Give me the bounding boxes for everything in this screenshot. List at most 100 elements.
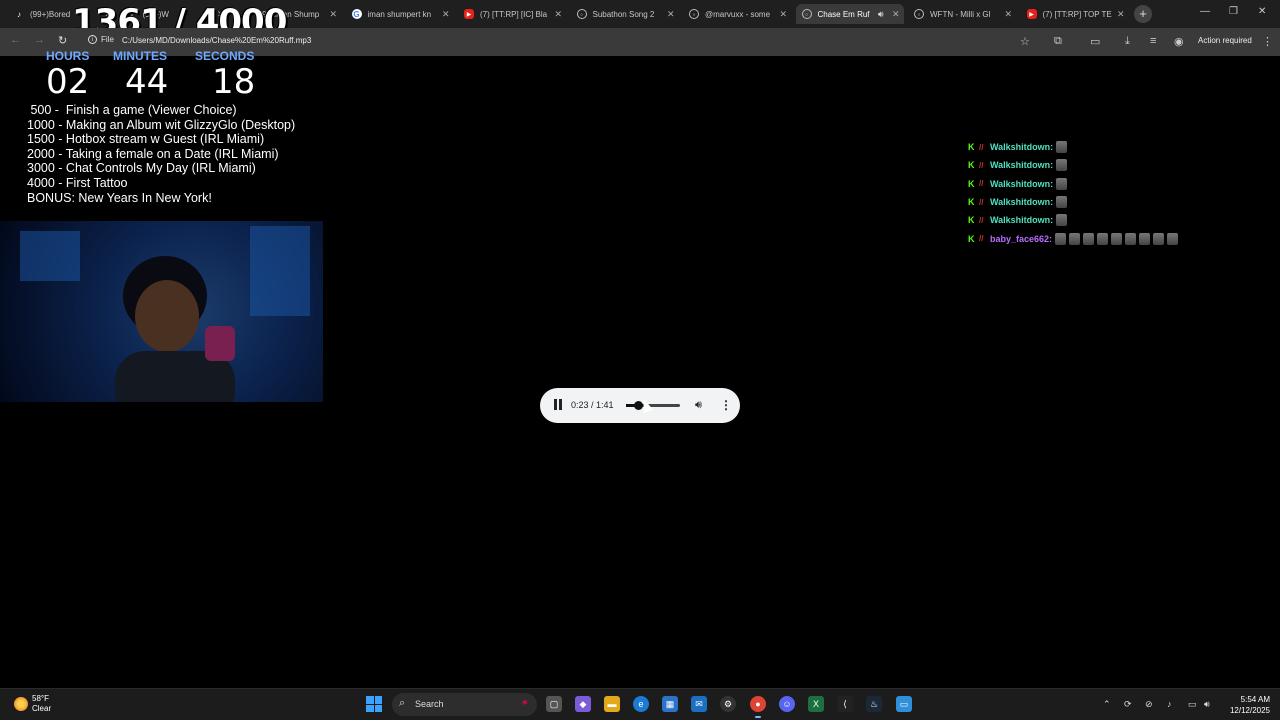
sub-badge-icon: // bbox=[979, 160, 984, 170]
extensions-icon[interactable]: ⧉ bbox=[1054, 35, 1062, 48]
minimize-icon[interactable]: — bbox=[1200, 6, 1210, 17]
new-tab-button[interactable]: + bbox=[1134, 5, 1152, 23]
seek-slider[interactable] bbox=[626, 401, 680, 410]
reload-icon[interactable]: ↻ bbox=[58, 34, 67, 47]
more-options-icon[interactable]: ⋮ bbox=[720, 398, 732, 412]
goal-item: 4000 - First Tattoo bbox=[27, 175, 128, 190]
seconds-value: 18 bbox=[212, 62, 256, 102]
back-icon[interactable]: ← bbox=[10, 34, 21, 46]
bookmark-star-icon[interactable]: ☆ bbox=[1020, 35, 1030, 48]
profile-icon[interactable]: ◉ bbox=[1174, 35, 1184, 48]
tab-label: WFTN - Milli x Gl bbox=[930, 9, 991, 19]
browser-tab[interactable]: ◦ Chase Em Ruf 🔊︎ ✕ bbox=[795, 4, 904, 24]
system-clock[interactable]: 5:54 AM 12/12/2025 bbox=[1222, 694, 1270, 716]
steam-settings-icon[interactable]: ⚙ bbox=[720, 696, 736, 712]
tab-close-icon[interactable]: ✕ bbox=[892, 9, 900, 20]
emote-icon bbox=[1167, 232, 1179, 245]
outlook-icon[interactable]: ✉ bbox=[691, 696, 707, 712]
streamer-image bbox=[115, 256, 235, 402]
chrome-icon[interactable]: ● bbox=[750, 696, 766, 718]
file-explorer-icon[interactable]: ▬ bbox=[604, 696, 620, 712]
emote-icon bbox=[1056, 141, 1068, 154]
goal-item: 1000 - Making an Album wit GlizzyGlo (De… bbox=[27, 117, 296, 132]
emote-icon bbox=[1097, 232, 1109, 245]
emote-icon bbox=[1056, 214, 1068, 227]
youtube-icon: ▶ bbox=[464, 9, 474, 19]
google-icon: G bbox=[351, 9, 362, 19]
chat-username: Walkshitdown: bbox=[990, 142, 1054, 153]
sync-icon[interactable]: ⟳ bbox=[1124, 699, 1132, 710]
network-icon[interactable]: ▭ bbox=[1188, 699, 1197, 710]
discord-icon[interactable]: ☺ bbox=[779, 696, 795, 712]
goal-item: 3000 - Chat Controls My Day (IRL Miami) bbox=[27, 161, 256, 176]
browser-tab[interactable]: ▶ (7) [TT:RP] [IC] Bla ✕ bbox=[458, 4, 566, 24]
tab-close-icon[interactable]: ✕ bbox=[1004, 9, 1012, 20]
tab-label: @marvuxx - some bbox=[705, 9, 771, 19]
file-chip-label: File bbox=[101, 35, 114, 44]
volume-icon[interactable]: 🔊︎ bbox=[695, 399, 702, 412]
browser-tab[interactable]: ◦ Subathon Song 2 ✕ bbox=[571, 4, 679, 24]
hours-value: 02 bbox=[46, 62, 90, 102]
tray-chevron-icon[interactable]: ⌃ bbox=[1103, 699, 1111, 710]
excel-icon[interactable]: X bbox=[808, 696, 824, 712]
browser-tab[interactable]: ◦ WFTN - Milli x Gl ✕ bbox=[908, 4, 1016, 24]
media-control-icon[interactable]: ≡ bbox=[1150, 35, 1156, 47]
minutes-value: 44 bbox=[125, 62, 169, 102]
file-chip[interactable]: i File bbox=[88, 35, 114, 44]
close-window-icon[interactable]: ✕ bbox=[1258, 6, 1266, 17]
tab-label: (7) [TT:RP] TOP TE bbox=[1042, 9, 1112, 19]
tab-close-icon[interactable]: ✕ bbox=[554, 9, 562, 20]
download-icon[interactable]: ⤓ bbox=[1125, 35, 1130, 48]
tab-close-icon[interactable]: ✕ bbox=[667, 9, 675, 20]
tab-close-icon[interactable]: ✕ bbox=[779, 9, 787, 20]
emote-icon bbox=[1083, 232, 1095, 245]
goal-item: BONUS: New Years In New York! bbox=[27, 190, 212, 205]
tab-label: Chase Em Ruf bbox=[817, 9, 870, 19]
tab-close-icon[interactable]: ✕ bbox=[1117, 9, 1125, 20]
microphone-icon[interactable]: ♪ bbox=[1167, 699, 1172, 709]
pause-icon[interactable] bbox=[554, 399, 563, 411]
chat-message: K // Walkshitdown: bbox=[968, 175, 1178, 193]
info-icon: i bbox=[88, 35, 97, 44]
tab-close-icon[interactable]: ✕ bbox=[329, 9, 337, 20]
speaker-icon[interactable]: 🔊︎ bbox=[1204, 699, 1210, 710]
forward-icon[interactable]: → bbox=[34, 34, 45, 46]
capcut-icon[interactable]: ⟨ bbox=[837, 696, 853, 712]
steam-icon[interactable]: ♨ bbox=[866, 696, 882, 712]
weather-temp: 58°F bbox=[32, 694, 49, 703]
clock-date: 12/12/2025 bbox=[1229, 706, 1270, 715]
copilot-icon[interactable]: ◆ bbox=[575, 696, 591, 712]
kick-badge-icon: K bbox=[968, 215, 975, 226]
browser-menu-icon[interactable]: ⋮ bbox=[1262, 35, 1273, 48]
goal-item: 500 - Finish a game (Viewer Choice) bbox=[27, 103, 237, 117]
emote-icon bbox=[1125, 232, 1137, 245]
browser-tab[interactable]: ◦ @marvuxx - some ✕ bbox=[683, 4, 791, 24]
kick-badge-icon: K bbox=[968, 160, 975, 171]
store-icon[interactable]: ▦ bbox=[662, 696, 678, 712]
tab-close-icon[interactable]: ✕ bbox=[442, 9, 450, 20]
notifications-off-icon[interactable]: ⊘ bbox=[1145, 699, 1153, 710]
taskbar-search[interactable]: ⌕ Search ✶ bbox=[392, 693, 537, 716]
minutes-label: MINUTES bbox=[113, 49, 167, 63]
chat-username: baby_face662: bbox=[990, 233, 1053, 244]
emote-icon bbox=[1153, 232, 1165, 245]
browser-tab[interactable]: ▶ (7) [TT:RP] TOP TE ✕ bbox=[1021, 4, 1129, 24]
kick-badge-icon: K bbox=[968, 233, 975, 244]
split-view-icon[interactable]: ▭ bbox=[1090, 35, 1100, 48]
tab-audio-icon[interactable]: 🔊︎ bbox=[878, 9, 884, 20]
app-icon[interactable]: ▭ bbox=[896, 696, 912, 712]
restore-icon[interactable]: ❐ bbox=[1229, 6, 1238, 17]
browser-tab[interactable]: Giman shumpert kn ✕ bbox=[346, 4, 454, 24]
sub-badge-icon: // bbox=[979, 234, 984, 244]
weather-widget[interactable]: 58°F Clear bbox=[14, 694, 51, 714]
weather-icon bbox=[14, 697, 28, 711]
webcam-feed bbox=[0, 221, 323, 402]
kick-badge-icon: K bbox=[968, 178, 975, 189]
edge-icon[interactable]: e bbox=[633, 696, 649, 712]
task-view-icon[interactable]: ▢ bbox=[546, 696, 562, 712]
emote-icon bbox=[1069, 232, 1081, 245]
start-button[interactable] bbox=[366, 696, 382, 712]
action-required-button[interactable]: Action required bbox=[1198, 36, 1252, 45]
url-text[interactable]: C:/Users/MD/Downloads/Chase%20Em%20Ruff.… bbox=[122, 36, 311, 45]
search-highlight-icon: ✶ bbox=[520, 698, 529, 709]
